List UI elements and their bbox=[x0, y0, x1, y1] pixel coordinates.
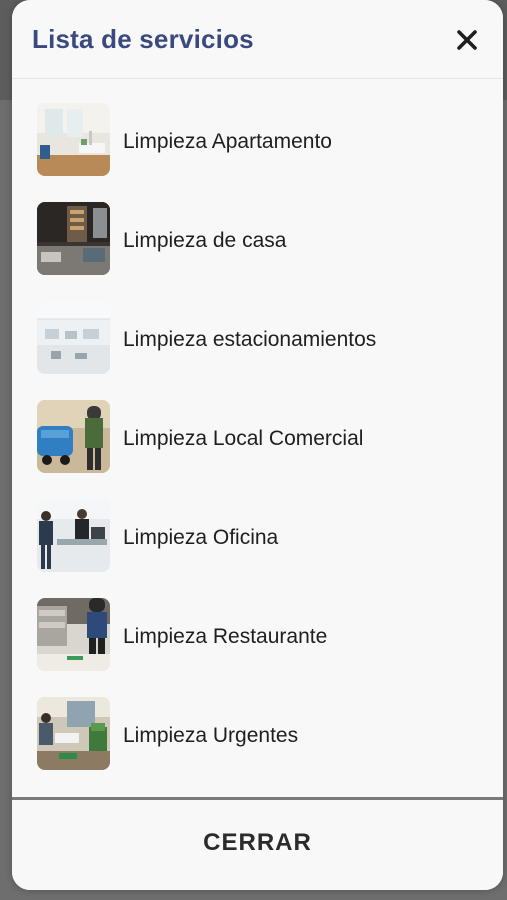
apartment-photo bbox=[37, 103, 110, 176]
modal-title: Lista de servicios bbox=[32, 24, 254, 54]
service-label: Limpieza Apartamento bbox=[123, 130, 332, 153]
modal-header: Lista de servicios bbox=[12, 0, 503, 79]
parking-photo bbox=[37, 301, 110, 374]
service-label: Limpieza de casa bbox=[123, 229, 287, 252]
service-label: Limpieza Oficina bbox=[123, 526, 279, 549]
services-modal: Lista de servicios Limpieza Apartamento … bbox=[12, 0, 503, 890]
modal-footer: CERRAR bbox=[12, 800, 503, 890]
commercial-store-photo bbox=[37, 400, 110, 473]
list-item-estacionamientos[interactable]: Limpieza estacionamientos bbox=[12, 291, 503, 390]
services-list: Limpieza Apartamento Limpieza de casa Li… bbox=[12, 93, 503, 786]
list-item-oficina[interactable]: Limpieza Oficina bbox=[12, 489, 503, 588]
office-photo bbox=[37, 499, 110, 572]
cerrar-button[interactable]: CERRAR bbox=[203, 829, 312, 857]
list-item-casa[interactable]: Limpieza de casa bbox=[12, 192, 503, 291]
list-item-urgentes[interactable]: Limpieza Urgentes bbox=[12, 687, 503, 786]
service-label: Limpieza estacionamientos bbox=[123, 328, 377, 351]
service-label: Limpieza Local Comercial bbox=[123, 427, 364, 450]
list-item-apartamento[interactable]: Limpieza Apartamento bbox=[12, 93, 503, 192]
service-label: Limpieza Urgentes bbox=[123, 724, 299, 747]
list-item-local-comercial[interactable]: Limpieza Local Comercial bbox=[12, 390, 503, 489]
house-photo bbox=[37, 202, 110, 275]
close-button[interactable] bbox=[449, 22, 485, 58]
close-icon bbox=[457, 30, 477, 50]
restaurant-photo bbox=[37, 598, 110, 671]
service-label: Limpieza Restaurante bbox=[123, 625, 328, 648]
urgent-cleaning-photo bbox=[37, 697, 110, 770]
list-item-restaurante[interactable]: Limpieza Restaurante bbox=[12, 588, 503, 687]
